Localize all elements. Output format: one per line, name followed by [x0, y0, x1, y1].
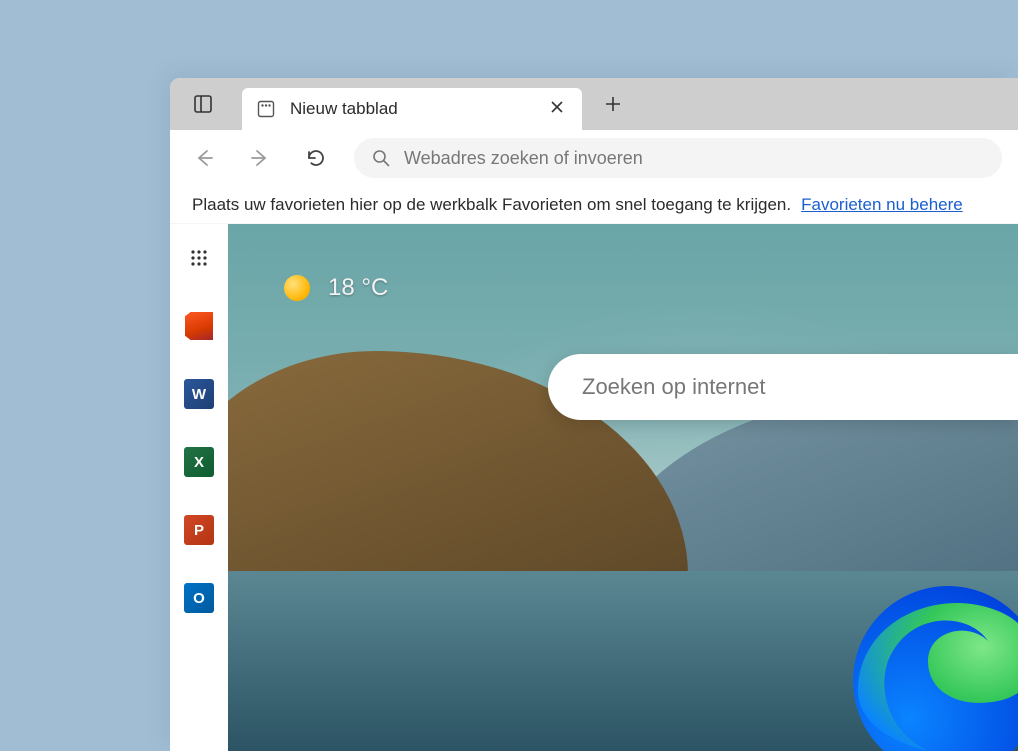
tab-strip: Nieuw tabblad: [170, 78, 1018, 130]
word-icon: [184, 379, 214, 409]
toolbar: [170, 130, 1018, 186]
ntp-search-input[interactable]: [582, 374, 1018, 400]
plus-icon: [604, 95, 622, 113]
app-launcher-button[interactable]: [183, 242, 215, 274]
ntp-search-box[interactable]: [548, 354, 1018, 420]
new-tab-page: 18 °C: [228, 224, 1018, 751]
new-tab-button[interactable]: [594, 85, 632, 123]
rail-app-outlook[interactable]: [183, 582, 215, 614]
rail-app-office[interactable]: [183, 310, 215, 342]
favorites-bar-message: Plaats uw favorieten hier op de werkbalk…: [192, 195, 791, 215]
rail-app-word[interactable]: [183, 378, 215, 410]
grid-icon: [190, 249, 208, 267]
rail-app-powerpoint[interactable]: [183, 514, 215, 546]
powerpoint-icon: [184, 515, 214, 545]
tab-actions-icon: [193, 94, 213, 114]
favorites-bar: Plaats uw favorieten hier op de werkbalk…: [170, 186, 1018, 224]
weather-temperature: 18 °C: [328, 274, 388, 302]
back-button[interactable]: [186, 140, 222, 176]
favorites-manage-link[interactable]: Favorieten nu behere: [801, 195, 963, 215]
tab-close-button[interactable]: [546, 95, 568, 123]
arrow-left-icon: [193, 147, 215, 169]
tab-active[interactable]: Nieuw tabblad: [242, 88, 582, 130]
arrow-right-icon: [249, 147, 271, 169]
refresh-icon: [305, 147, 327, 169]
outlook-icon: [184, 583, 214, 613]
content-area: 18 °C: [170, 224, 1018, 751]
address-bar[interactable]: [354, 138, 1002, 178]
side-rail: [170, 224, 228, 751]
sun-icon: [284, 275, 310, 301]
tab-actions-button[interactable]: [184, 85, 222, 123]
tab-title: Nieuw tabblad: [290, 99, 532, 119]
rail-app-excel[interactable]: [183, 446, 215, 478]
weather-temp-value: 18: [328, 274, 355, 301]
browser-window: Nieuw tabblad: [170, 78, 1018, 751]
weather-widget[interactable]: 18 °C: [284, 274, 388, 302]
search-icon: [372, 149, 390, 167]
forward-button[interactable]: [242, 140, 278, 176]
office-icon: [185, 312, 213, 340]
excel-icon: [184, 447, 214, 477]
weather-temp-unit: °C: [361, 274, 388, 301]
close-icon: [550, 100, 564, 114]
new-tab-page-icon: [256, 99, 276, 119]
refresh-button[interactable]: [298, 140, 334, 176]
address-input[interactable]: [404, 148, 984, 169]
edge-logo-icon: [848, 581, 1018, 751]
